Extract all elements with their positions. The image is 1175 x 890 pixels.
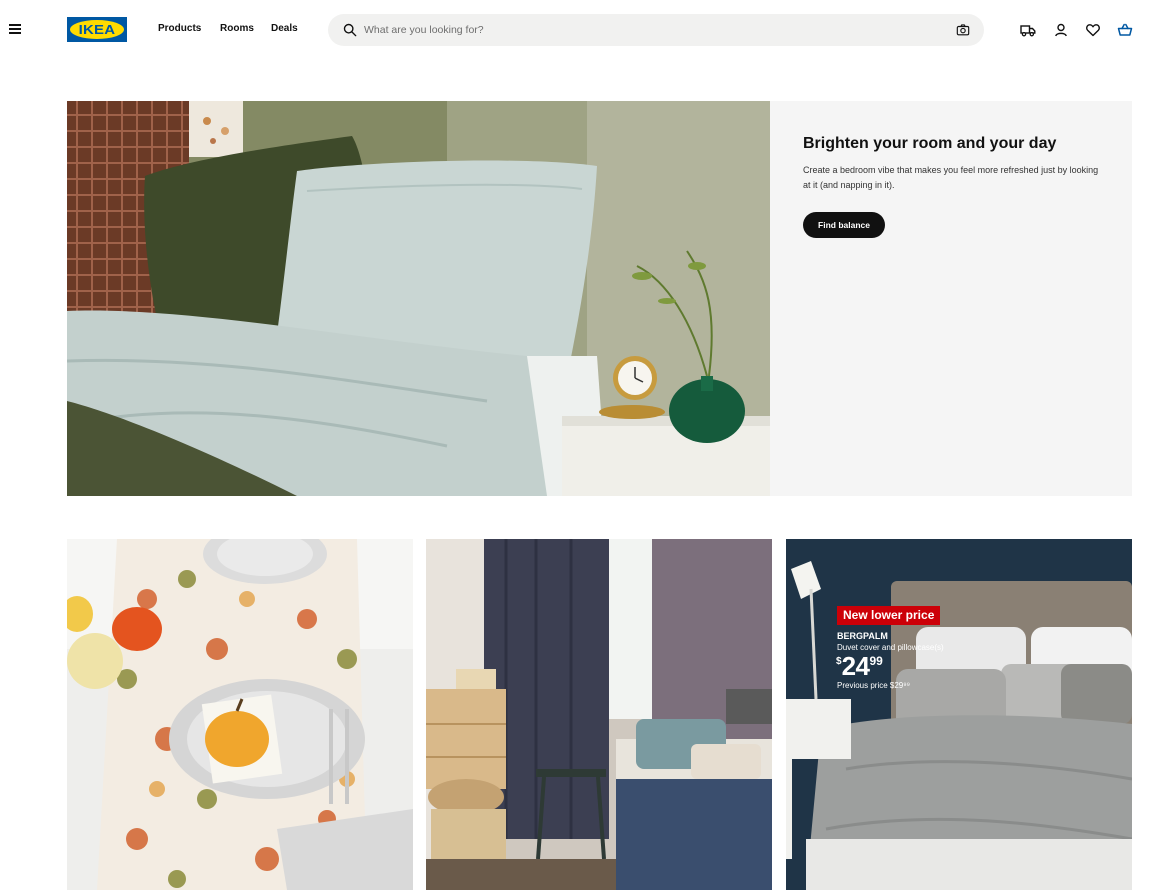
hero-description: Create a bedroom vibe that makes you fee…: [803, 165, 1099, 190]
hero-text-panel: Brighten your room and your day Create a…: [770, 101, 1132, 496]
hero-title: Brighten your room and your day: [803, 135, 1057, 152]
camera-icon[interactable]: [956, 23, 970, 37]
search-bar[interactable]: [328, 14, 984, 46]
card-bergpalm-promo[interactable]: New lower price BERGPALM Duvet cover and…: [786, 539, 1132, 890]
ikea-logo[interactable]: IKEA: [67, 17, 127, 42]
heart-icon[interactable]: [1085, 22, 1101, 38]
search-input[interactable]: [364, 14, 944, 46]
shopping-bag-icon[interactable]: [1117, 22, 1133, 38]
site-header: IKEA Products Rooms Deals: [0, 0, 1175, 60]
hero-image-bedroom[interactable]: [67, 101, 770, 496]
nav-deals[interactable]: Deals: [271, 23, 298, 34]
logo-oval: IKEA: [70, 20, 124, 39]
nav-products[interactable]: Products: [158, 23, 201, 34]
price-main: 24: [841, 651, 870, 681]
user-icon[interactable]: [1053, 22, 1069, 38]
card-autumn-table[interactable]: [67, 539, 413, 890]
bergpalm-bedroom-illustration: [786, 539, 1132, 890]
autumn-table-illustration: [67, 539, 413, 890]
previous-price: Previous price $29⁹⁹: [837, 681, 911, 690]
price-cents: 99: [869, 654, 883, 668]
logo-text: IKEA: [78, 22, 116, 37]
nav-rooms[interactable]: Rooms: [220, 23, 254, 34]
card-bedroom-curtains[interactable]: [426, 539, 772, 890]
search-icon: [343, 23, 357, 37]
promo-badge: New lower price: [837, 606, 941, 625]
hero-bedroom-illustration: [67, 101, 770, 496]
product-name: BERGPALM: [837, 631, 888, 641]
bedroom-curtains-illustration: [426, 539, 772, 890]
find-balance-button[interactable]: Find balance: [803, 212, 885, 238]
delivery-truck-icon[interactable]: [1020, 22, 1036, 38]
product-price: $ 24 99: [836, 652, 883, 680]
hamburger-menu-icon[interactable]: [9, 24, 21, 34]
